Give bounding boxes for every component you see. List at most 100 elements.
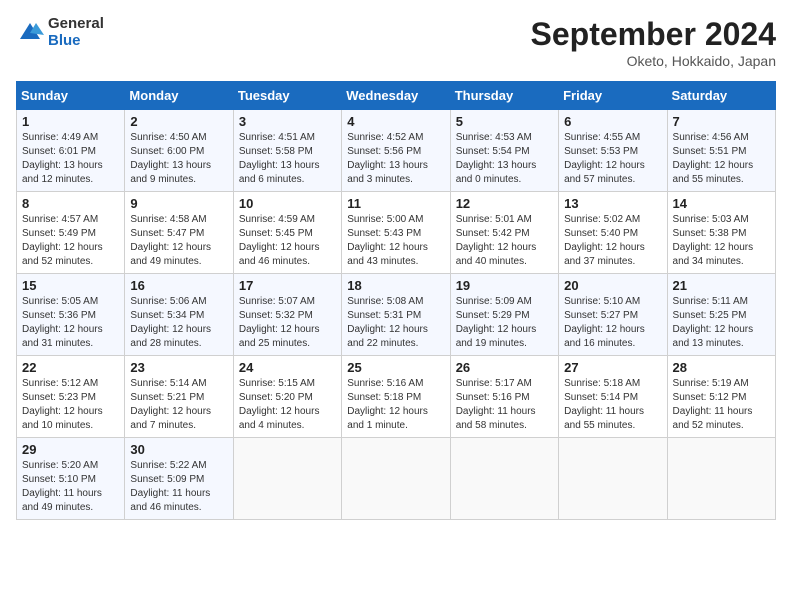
calendar-row: 15 Sunrise: 5:05 AMSunset: 5:36 PMDayligh… xyxy=(17,274,776,356)
day-number: 23 xyxy=(130,360,227,375)
logo-text: General Blue xyxy=(48,16,104,49)
table-row: 18Sunrise: 5:08 AMSunset: 5:31 PMDayligh… xyxy=(342,274,450,356)
col-saturday: Saturday xyxy=(667,82,775,110)
col-monday: Monday xyxy=(125,82,233,110)
table-row: 24 Sunrise: 5:15 AMSunset: 5:20 PMDayligh… xyxy=(233,356,341,438)
table-row: 23Sunrise: 5:14 AMSunset: 5:21 PMDayligh… xyxy=(125,356,233,438)
table-row: 5Sunrise: 4:53 AMSunset: 5:54 PMDaylight… xyxy=(450,110,558,192)
day-info: Sunrise: 5:02 AMSunset: 5:40 PMDaylight:… xyxy=(564,213,661,269)
logo-general: General xyxy=(48,16,104,33)
table-row: 3Sunrise: 4:51 AMSunset: 5:58 PMDaylight… xyxy=(233,110,341,192)
calendar-row: 22 Sunrise: 5:12 AMSunset: 5:23 PMDayligh… xyxy=(17,356,776,438)
day-number: 30 xyxy=(130,442,227,457)
day-info: Sunrise: 4:58 AMSunset: 5:47 PMDaylight:… xyxy=(130,213,227,269)
table-row: 6 Sunrise: 4:55 AMSunset: 5:53 PMDaylight… xyxy=(559,110,667,192)
day-info: Sunrise: 5:15 AMSunset: 5:20 PMDaylight:… xyxy=(239,377,336,433)
col-tuesday: Tuesday xyxy=(233,82,341,110)
day-number: 4 xyxy=(347,114,444,129)
day-info: Sunrise: 5:18 AMSunset: 5:14 PMDaylight:… xyxy=(564,377,661,433)
table-row: 9 Sunrise: 4:58 AMSunset: 5:47 PMDaylight… xyxy=(125,192,233,274)
day-number: 24 xyxy=(239,360,336,375)
day-info: Sunrise: 4:50 AMSunset: 6:00 PMDaylight:… xyxy=(130,131,227,187)
month-title: September 2024 xyxy=(531,16,776,53)
day-info: Sunrise: 5:19 AMSunset: 5:12 PMDaylight:… xyxy=(673,377,770,433)
logo: General Blue xyxy=(16,16,104,49)
table-row: 12Sunrise: 5:01 AMSunset: 5:42 PMDayligh… xyxy=(450,192,558,274)
calendar-row: 1Sunrise: 4:49 AMSunset: 6:01 PMDaylight… xyxy=(17,110,776,192)
table-row: 8Sunrise: 4:57 AMSunset: 5:49 PMDaylight… xyxy=(17,192,125,274)
day-number: 16 xyxy=(130,278,227,293)
day-number: 8 xyxy=(22,196,119,211)
table-row: 20Sunrise: 5:10 AMSunset: 5:27 PMDayligh… xyxy=(559,274,667,356)
day-number: 22 xyxy=(22,360,119,375)
table-row xyxy=(450,438,558,520)
col-thursday: Thursday xyxy=(450,82,558,110)
table-row: 1Sunrise: 4:49 AMSunset: 6:01 PMDaylight… xyxy=(17,110,125,192)
day-info: Sunrise: 4:59 AMSunset: 5:45 PMDaylight:… xyxy=(239,213,336,269)
day-info: Sunrise: 5:01 AMSunset: 5:42 PMDaylight:… xyxy=(456,213,553,269)
table-row: 22 Sunrise: 5:12 AMSunset: 5:23 PMDayligh… xyxy=(17,356,125,438)
col-wednesday: Wednesday xyxy=(342,82,450,110)
table-row xyxy=(233,438,341,520)
day-number: 17 xyxy=(239,278,336,293)
table-row: 2Sunrise: 4:50 AMSunset: 6:00 PMDaylight… xyxy=(125,110,233,192)
day-info: Sunrise: 5:17 AMSunset: 5:16 PMDaylight:… xyxy=(456,377,553,433)
day-number: 11 xyxy=(347,196,444,211)
day-number: 10 xyxy=(239,196,336,211)
table-row: 7Sunrise: 4:56 AMSunset: 5:51 PMDaylight… xyxy=(667,110,775,192)
day-number: 28 xyxy=(673,360,770,375)
table-row xyxy=(342,438,450,520)
table-row xyxy=(667,438,775,520)
calendar-row: 29 Sunrise: 5:20 AMSunset: 5:10 PMDayligh… xyxy=(17,438,776,520)
location: Oketo, Hokkaido, Japan xyxy=(531,53,776,69)
logo-blue: Blue xyxy=(48,33,104,50)
day-info: Sunrise: 5:00 AMSunset: 5:43 PMDaylight:… xyxy=(347,213,444,269)
table-row: 15 Sunrise: 5:05 AMSunset: 5:36 PMDayligh… xyxy=(17,274,125,356)
day-info: Sunrise: 5:22 AMSunset: 5:09 PMDaylight:… xyxy=(130,459,227,515)
table-row: 17 Sunrise: 5:07 AMSunset: 5:32 PMDayligh… xyxy=(233,274,341,356)
calendar-table: Sunday Monday Tuesday Wednesday Thursday… xyxy=(16,81,776,520)
table-row xyxy=(559,438,667,520)
day-number: 13 xyxy=(564,196,661,211)
day-info: Sunrise: 5:03 AMSunset: 5:38 PMDaylight:… xyxy=(673,213,770,269)
table-row: 27Sunrise: 5:18 AMSunset: 5:14 PMDayligh… xyxy=(559,356,667,438)
day-info: Sunrise: 5:07 AMSunset: 5:32 PMDaylight:… xyxy=(239,295,336,351)
table-row: 29 Sunrise: 5:20 AMSunset: 5:10 PMDayligh… xyxy=(17,438,125,520)
table-row: 16Sunrise: 5:06 AMSunset: 5:34 PMDayligh… xyxy=(125,274,233,356)
col-friday: Friday xyxy=(559,82,667,110)
day-info: Sunrise: 5:12 AMSunset: 5:23 PMDaylight:… xyxy=(22,377,119,433)
day-info: Sunrise: 4:49 AMSunset: 6:01 PMDaylight:… xyxy=(22,131,119,187)
table-row: 25 Sunrise: 5:16 AMSunset: 5:18 PMDayligh… xyxy=(342,356,450,438)
day-info: Sunrise: 5:09 AMSunset: 5:29 PMDaylight:… xyxy=(456,295,553,351)
day-number: 26 xyxy=(456,360,553,375)
day-info: Sunrise: 5:16 AMSunset: 5:18 PMDaylight:… xyxy=(347,377,444,433)
day-number: 15 xyxy=(22,278,119,293)
calendar-header-row: Sunday Monday Tuesday Wednesday Thursday… xyxy=(17,82,776,110)
title-block: September 2024 Oketo, Hokkaido, Japan xyxy=(531,16,776,69)
day-number: 3 xyxy=(239,114,336,129)
table-row: 10 Sunrise: 4:59 AMSunset: 5:45 PMDayligh… xyxy=(233,192,341,274)
day-number: 29 xyxy=(22,442,119,457)
day-number: 20 xyxy=(564,278,661,293)
day-number: 19 xyxy=(456,278,553,293)
table-row: 14 Sunrise: 5:03 AMSunset: 5:38 PMDayligh… xyxy=(667,192,775,274)
day-number: 6 xyxy=(564,114,661,129)
day-number: 9 xyxy=(130,196,227,211)
day-info: Sunrise: 4:52 AMSunset: 5:56 PMDaylight:… xyxy=(347,131,444,187)
day-info: Sunrise: 5:05 AMSunset: 5:36 PMDaylight:… xyxy=(22,295,119,351)
day-info: Sunrise: 5:11 AMSunset: 5:25 PMDaylight:… xyxy=(673,295,770,351)
day-number: 7 xyxy=(673,114,770,129)
day-info: Sunrise: 4:55 AMSunset: 5:53 PMDaylight:… xyxy=(564,131,661,187)
day-info: Sunrise: 5:20 AMSunset: 5:10 PMDaylight:… xyxy=(22,459,119,515)
table-row: 21 Sunrise: 5:11 AMSunset: 5:25 PMDayligh… xyxy=(667,274,775,356)
day-number: 18 xyxy=(347,278,444,293)
table-row: 28 Sunrise: 5:19 AMSunset: 5:12 PMDayligh… xyxy=(667,356,775,438)
table-row: 26 Sunrise: 5:17 AMSunset: 5:16 PMDayligh… xyxy=(450,356,558,438)
day-number: 5 xyxy=(456,114,553,129)
calendar-body: 1Sunrise: 4:49 AMSunset: 6:01 PMDaylight… xyxy=(17,110,776,520)
day-number: 21 xyxy=(673,278,770,293)
day-number: 25 xyxy=(347,360,444,375)
table-row: 30 Sunrise: 5:22 AMSunset: 5:09 PMDayligh… xyxy=(125,438,233,520)
logo-icon xyxy=(16,19,44,47)
day-number: 14 xyxy=(673,196,770,211)
